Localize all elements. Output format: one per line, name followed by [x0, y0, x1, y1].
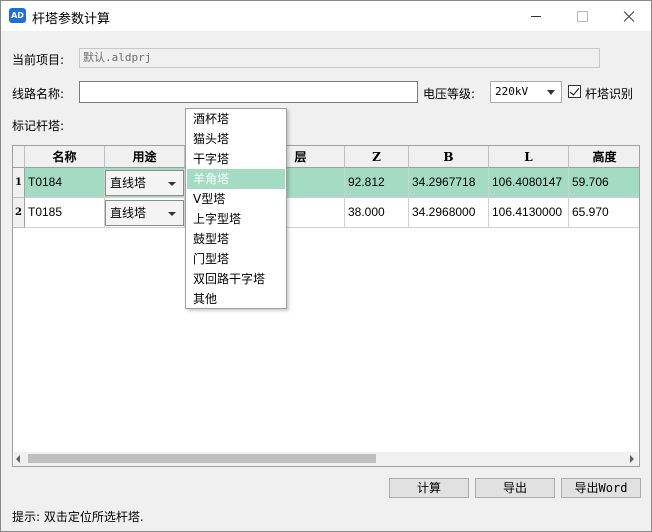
scroll-thumb[interactable]	[28, 454, 376, 463]
line-name-label: 线路名称:	[12, 87, 65, 101]
cell-usage[interactable]: 直线塔	[105, 198, 185, 228]
close-button[interactable]	[605, 1, 651, 31]
cell-b[interactable]: 34.2967718	[409, 168, 489, 198]
title-bar: AD 杆塔参数计算	[1, 1, 651, 31]
voltage-value: 220kV	[495, 85, 529, 98]
header-usage[interactable]: 用途	[105, 146, 185, 168]
cell-b[interactable]: 34.2968000	[409, 198, 489, 228]
header-height[interactable]: 高度	[569, 146, 639, 168]
dropdown-item[interactable]: 鼓型塔	[187, 229, 285, 249]
usage-value: 直线塔	[110, 206, 147, 220]
scroll-right-icon[interactable]	[630, 455, 634, 463]
dropdown-item-highlighted[interactable]: 羊角塔	[187, 169, 285, 189]
project-field: 默认.aldprj	[79, 48, 600, 68]
dropdown-item[interactable]: 门型塔	[187, 249, 285, 269]
dropdown-item[interactable]: 上字型塔	[187, 209, 285, 229]
cell-z[interactable]: 92.812	[345, 168, 409, 198]
chevron-down-icon	[547, 90, 555, 95]
tower-recog-label: 杆塔识别	[585, 87, 634, 101]
cell-z[interactable]: 38.000	[345, 198, 409, 228]
dropdown-item[interactable]: 猫头塔	[187, 129, 285, 149]
tower-params-window: AD 杆塔参数计算 当前项目: 默认.aldprj 线路名称: 电压等级: 22…	[0, 0, 652, 532]
dropdown-item[interactable]: V型塔	[187, 189, 285, 209]
corner-header	[13, 146, 25, 168]
horizontal-scrollbar[interactable]	[14, 452, 638, 466]
dropdown-item[interactable]: 其他	[187, 289, 285, 309]
scroll-left-icon[interactable]	[16, 455, 20, 463]
maximize-button[interactable]	[559, 1, 605, 31]
usage-select[interactable]: 直线塔	[105, 170, 184, 196]
cell-l[interactable]: 106.4080147	[489, 168, 569, 198]
export-word-button[interactable]: 导出Word	[561, 478, 641, 498]
row-number[interactable]: 2	[13, 198, 25, 228]
header-z[interactable]: Z	[345, 146, 409, 168]
usage-value: 直线塔	[110, 176, 147, 190]
dropdown-item[interactable]: 酒杯塔	[187, 109, 285, 129]
tower-recog-checkbox[interactable]	[568, 85, 581, 98]
cell-height[interactable]: 65.970	[569, 198, 639, 228]
cell-name[interactable]: T0184	[25, 168, 105, 198]
chevron-down-icon	[168, 212, 176, 216]
cell-l[interactable]: 106.4130000	[489, 198, 569, 228]
voltage-select[interactable]: 220kV	[490, 81, 562, 103]
export-button[interactable]: 导出	[475, 478, 555, 498]
cell-height[interactable]: 59.706	[569, 168, 639, 198]
usage-select[interactable]: 直线塔	[105, 200, 184, 226]
minimize-button[interactable]	[513, 1, 559, 31]
window-title: 杆塔参数计算	[32, 12, 111, 27]
line-name-input[interactable]	[79, 81, 418, 103]
row-number[interactable]: 1	[13, 168, 25, 198]
voltage-label: 电压等级:	[423, 87, 476, 101]
dropdown-item[interactable]: 干字塔	[187, 149, 285, 169]
cell-usage[interactable]: 直线塔	[105, 168, 185, 198]
project-label: 当前项目:	[12, 53, 65, 67]
chevron-down-icon	[168, 182, 176, 186]
header-layer-label: 层	[294, 150, 307, 164]
cell-name[interactable]: T0185	[25, 198, 105, 228]
app-icon: AD	[9, 8, 26, 23]
header-b[interactable]: B	[409, 146, 489, 168]
mark-tower-label: 标记杆塔:	[12, 119, 65, 133]
calc-button[interactable]: 计算	[389, 478, 469, 498]
header-l[interactable]: L	[489, 146, 569, 168]
dropdown-item[interactable]: 双回路干字塔	[187, 269, 285, 289]
tower-table: 名称 用途 层 Z B L 高度 1 T0184 直线塔 92.812 34.2…	[12, 145, 640, 467]
header-name[interactable]: 名称	[25, 146, 105, 168]
usage-dropdown-list: 酒杯塔 猫头塔 干字塔 羊角塔 V型塔 上字型塔 鼓型塔 门型塔 双回路干字塔 …	[185, 108, 287, 309]
hint-text: 提示: 双击定位所选杆塔.	[12, 510, 144, 524]
